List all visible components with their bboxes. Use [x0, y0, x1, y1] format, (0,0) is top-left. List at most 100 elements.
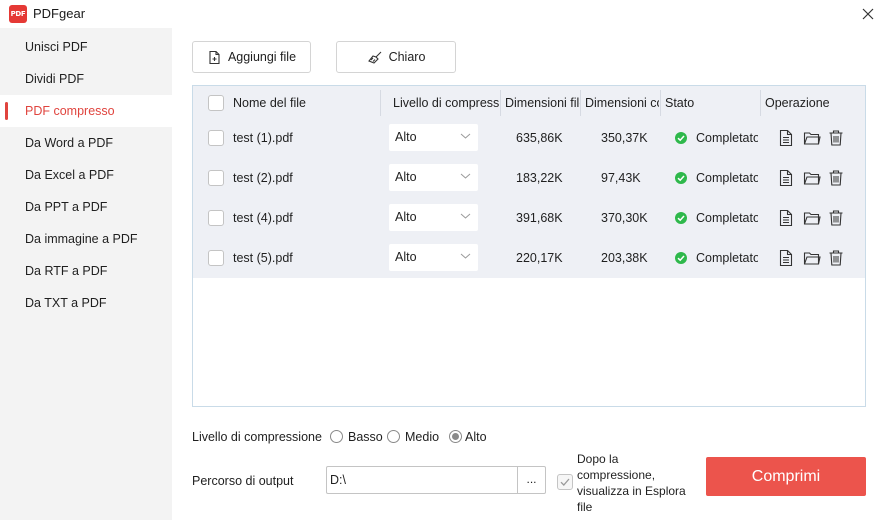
table-row[interactable]: test (5).pdf Alto 220,17K 203,38K Comple…: [193, 238, 865, 278]
column-divider[interactable]: [500, 90, 501, 116]
original-size: 635,86K: [516, 131, 563, 145]
radio-basso-label[interactable]: Basso: [348, 430, 383, 444]
column-divider[interactable]: [580, 90, 581, 116]
header-original-size[interactable]: Dimensioni file: [505, 86, 580, 120]
broom-icon: [367, 51, 381, 64]
compression-level-label: Livello di compressione: [192, 430, 322, 444]
original-size: 391,68K: [516, 211, 563, 225]
original-size: 220,17K: [516, 251, 563, 265]
sidebar-item-da-ppt-a-pdf[interactable]: Da PPT a PDF: [0, 191, 172, 223]
trash-icon[interactable]: [827, 129, 845, 147]
compressed-size: 350,37K: [601, 131, 648, 145]
chevron-down-icon: [460, 253, 471, 259]
compression-level-select[interactable]: Alto: [389, 204, 478, 231]
output-path-input[interactable]: D:\: [326, 466, 518, 494]
open-file-icon[interactable]: [777, 169, 795, 187]
radio-alto-label[interactable]: Alto: [465, 430, 487, 444]
pdfgear-logo-icon: PDF: [9, 5, 27, 23]
sidebar-item-pdf-compresso[interactable]: PDF compresso: [0, 95, 172, 127]
radio-medio-label[interactable]: Medio: [405, 430, 439, 444]
sidebar-item-da-rtf-a-pdf[interactable]: Da RTF a PDF: [0, 255, 172, 287]
radio-medio[interactable]: [387, 430, 400, 443]
clear-button[interactable]: Chiaro: [336, 41, 456, 73]
header-compression-level[interactable]: Livello di compressione: [393, 86, 499, 120]
browse-button[interactable]: ...: [518, 466, 546, 494]
open-file-icon[interactable]: [777, 129, 795, 147]
show-in-explorer-checkbox[interactable]: [557, 474, 573, 490]
status-text: Completato: [696, 251, 758, 265]
radio-alto[interactable]: [449, 430, 462, 443]
column-divider[interactable]: [380, 90, 381, 116]
chevron-down-icon: [460, 213, 471, 219]
sidebar-item-da-immagine-a-pdf[interactable]: Da immagine a PDF: [0, 223, 172, 255]
add-files-label: Aggiungi file: [227, 50, 297, 64]
radio-basso[interactable]: [330, 430, 343, 443]
open-file-icon[interactable]: [777, 209, 795, 227]
sidebar: Unisci PDF Dividi PDF PDF compresso Da W…: [0, 28, 172, 520]
table-row[interactable]: test (4).pdf Alto 391,68K 370,30K Comple…: [193, 198, 865, 238]
trash-icon[interactable]: [827, 169, 845, 187]
compression-level-value: Alto: [395, 250, 417, 264]
compression-level-value: Alto: [395, 170, 417, 184]
file-name: test (2).pdf: [233, 171, 293, 185]
checkmark-icon: [560, 478, 570, 486]
status-text: Completato: [696, 211, 758, 225]
sidebar-item-da-word-a-pdf[interactable]: Da Word a PDF: [0, 127, 172, 159]
files-table: Nome del file Livello di compressione Di…: [192, 85, 866, 407]
row-checkbox[interactable]: [208, 210, 224, 226]
table-row[interactable]: test (1).pdf Alto 635,86K 350,37K Comple…: [193, 118, 865, 158]
open-folder-icon[interactable]: [803, 209, 821, 227]
open-file-icon[interactable]: [777, 249, 795, 267]
compressed-size: 370,30K: [601, 211, 648, 225]
compression-level-select[interactable]: Alto: [389, 244, 478, 271]
header-status[interactable]: Stato: [665, 86, 755, 120]
row-checkbox[interactable]: [208, 130, 224, 146]
open-folder-icon[interactable]: [803, 129, 821, 147]
column-divider[interactable]: [660, 90, 661, 116]
status-text: Completato: [696, 131, 758, 145]
sidebar-item-da-txt-a-pdf[interactable]: Da TXT a PDF: [0, 287, 172, 319]
trash-icon[interactable]: [827, 209, 845, 227]
file-name: test (1).pdf: [233, 131, 293, 145]
column-divider[interactable]: [760, 90, 761, 116]
header-file-name[interactable]: Nome del file: [233, 86, 373, 120]
header-compressed-size[interactable]: Dimensioni compresse: [585, 86, 659, 120]
open-folder-icon[interactable]: [803, 249, 821, 267]
compression-level-select[interactable]: Alto: [389, 124, 478, 151]
sidebar-item-da-excel-a-pdf[interactable]: Da Excel a PDF: [0, 159, 172, 191]
success-check-icon: [675, 212, 687, 224]
app-title: PDFgear: [33, 6, 86, 21]
close-window-button[interactable]: [848, 0, 888, 28]
chevron-down-icon: [460, 133, 471, 139]
open-folder-icon[interactable]: [803, 169, 821, 187]
file-name: test (5).pdf: [233, 251, 293, 265]
compressed-size: 97,43K: [601, 171, 641, 185]
table-header: Nome del file Livello di compressione Di…: [193, 86, 865, 120]
file-name: test (4).pdf: [233, 211, 293, 225]
row-checkbox[interactable]: [208, 250, 224, 266]
add-files-button[interactable]: Aggiungi file: [192, 41, 311, 73]
clear-label: Chiaro: [388, 50, 426, 64]
trash-icon[interactable]: [827, 249, 845, 267]
sidebar-item-dividi-pdf[interactable]: Dividi PDF: [0, 63, 172, 95]
title-bar: PDF PDFgear: [0, 0, 888, 28]
original-size: 183,22K: [516, 171, 563, 185]
success-check-icon: [675, 252, 687, 264]
header-operation[interactable]: Operazione: [765, 86, 860, 120]
success-check-icon: [675, 132, 687, 144]
success-check-icon: [675, 172, 687, 184]
compressed-size: 203,38K: [601, 251, 648, 265]
compression-level-value: Alto: [395, 210, 417, 224]
row-checkbox[interactable]: [208, 170, 224, 186]
show-in-explorer-label[interactable]: Dopo la compressione, visualizza in Espl…: [577, 451, 687, 515]
compress-button[interactable]: Comprimi: [706, 457, 866, 496]
select-all-checkbox[interactable]: [208, 95, 224, 111]
compression-level-value: Alto: [395, 130, 417, 144]
add-file-icon: [209, 50, 220, 64]
output-path-label: Percorso di output: [192, 474, 294, 488]
compression-level-select[interactable]: Alto: [389, 164, 478, 191]
main-panel: Aggiungi file Chiaro Nome del file Livel…: [172, 28, 888, 520]
table-row[interactable]: test (2).pdf Alto 183,22K 97,43K Complet…: [193, 158, 865, 198]
chevron-down-icon: [460, 173, 471, 179]
sidebar-item-unisci-pdf[interactable]: Unisci PDF: [0, 31, 172, 63]
